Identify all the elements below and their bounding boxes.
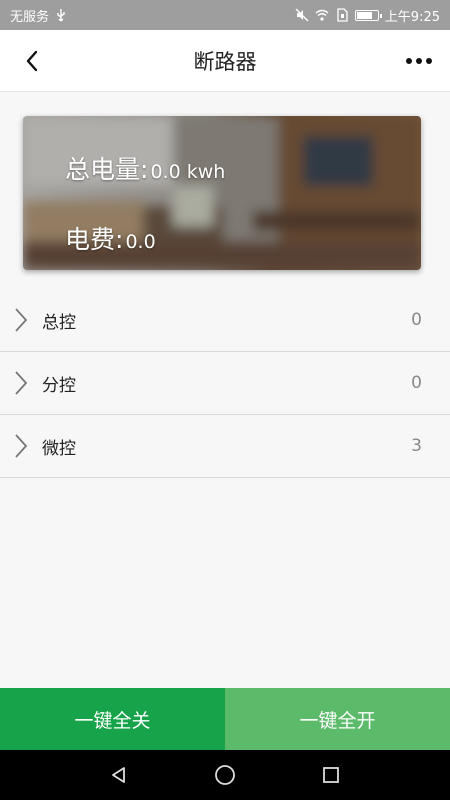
electricity-fee-label: 电费: — [65, 225, 124, 254]
nav-back-button[interactable] — [107, 763, 131, 787]
carrier-text: 无服务 — [10, 9, 50, 25]
status-bar: 无服务 上午9:25 — [0, 0, 450, 30]
clock-text: 上午9:25 — [384, 9, 440, 25]
nav-home-button[interactable] — [213, 763, 237, 787]
group-row-sub-control[interactable]: 分控 0 — [0, 352, 450, 415]
battery-icon — [354, 9, 382, 21]
all-on-button[interactable]: 一键全开 — [225, 688, 450, 750]
more-button[interactable] — [404, 49, 434, 73]
usb-icon — [54, 8, 68, 22]
total-energy-value: 0.0 kwh — [150, 161, 226, 183]
electricity-fee-value: 0.0 — [125, 231, 156, 253]
square-recents-icon — [323, 767, 339, 783]
control-group-list: 总控 0 分控 0 微控 3 — [0, 289, 450, 478]
circle-home-icon — [215, 765, 235, 785]
chevron-right-icon — [10, 368, 32, 398]
triangle-back-icon — [112, 767, 125, 783]
group-count: 0 — [411, 310, 422, 330]
total-energy: 总电量: 0.0 kwh — [65, 150, 225, 186]
page-title: 断路器 — [193, 49, 257, 74]
group-label: 总控 — [42, 312, 76, 333]
electricity-fee: 电费: 0.0 — [65, 220, 156, 256]
sim-icon — [335, 8, 349, 22]
wifi-icon — [315, 8, 329, 22]
back-arrow-icon — [26, 50, 38, 72]
back-button[interactable] — [18, 47, 46, 75]
group-label: 微控 — [42, 438, 76, 459]
energy-summary-card: 总电量: 0.0 kwh 电费: 0.0 — [23, 116, 421, 270]
bottom-action-bar: 一键全关 一键全开 — [0, 688, 450, 750]
all-off-button[interactable]: 一键全关 — [0, 688, 225, 750]
total-energy-label: 总电量: — [65, 155, 149, 184]
system-navigation-bar — [0, 750, 450, 800]
chevron-right-icon — [10, 305, 32, 335]
mute-icon — [295, 8, 309, 22]
group-row-micro-control[interactable]: 微控 3 — [0, 415, 450, 478]
group-count: 0 — [411, 373, 422, 393]
more-dots-icon — [406, 58, 432, 64]
chevron-right-icon — [10, 431, 32, 461]
nav-recents-button[interactable] — [319, 763, 343, 787]
group-count: 3 — [411, 436, 422, 456]
app-bar: 断路器 — [0, 30, 450, 92]
group-label: 分控 — [42, 375, 76, 396]
group-row-main-control[interactable]: 总控 0 — [0, 289, 450, 352]
